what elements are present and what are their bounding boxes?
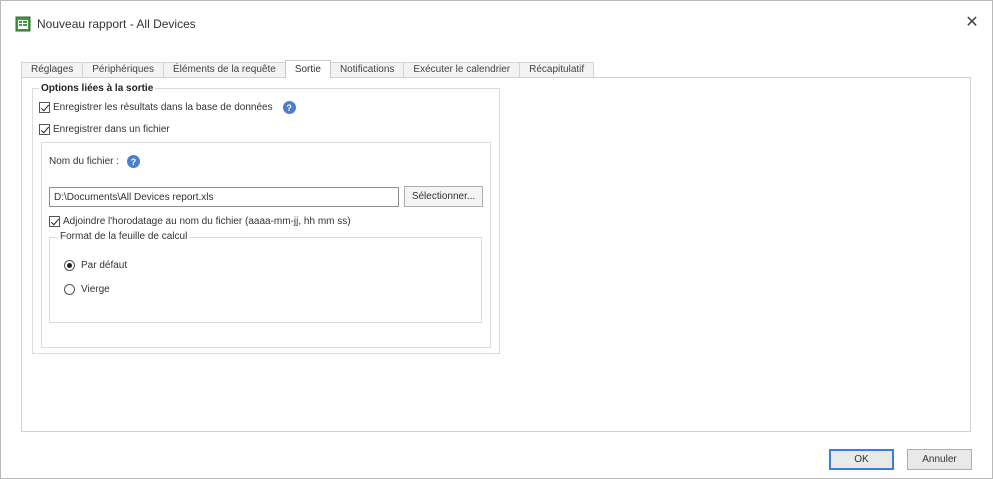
- output-tab-panel: Options liées à la sortie Enregistrer le…: [21, 77, 971, 432]
- output-options-title: Options liées à la sortie: [39, 83, 156, 94]
- timestamp-label: Adjoindre l'horodatage au nom du fichier…: [63, 216, 351, 227]
- save-db-row[interactable]: Enregistrer les résultats dans la base d…: [39, 101, 296, 114]
- save-file-checkbox[interactable]: [39, 124, 50, 135]
- tab-notifications[interactable]: Notifications: [329, 62, 405, 78]
- save-db-label: Enregistrer les résultats dans la base d…: [53, 102, 273, 113]
- save-file-group: Nom du fichier : ? Sélectionner... Adjoi…: [41, 142, 491, 348]
- filename-label: Nom du fichier :: [49, 156, 120, 167]
- tab-recapitulatif[interactable]: Récapitulatif: [519, 62, 595, 78]
- help-icon[interactable]: ?: [282, 101, 296, 114]
- tab-executer-calendrier[interactable]: Exécuter le calendrier: [403, 62, 521, 78]
- report-icon: [15, 16, 31, 32]
- cancel-button[interactable]: Annuler: [907, 449, 972, 470]
- timestamp-row[interactable]: Adjoindre l'horodatage au nom du fichier…: [49, 216, 351, 227]
- timestamp-checkbox[interactable]: [49, 216, 60, 227]
- tab-elements-requete[interactable]: Éléments de la requête: [162, 62, 286, 78]
- format-blank-label: Vierge: [81, 284, 110, 295]
- tab-peripheriques[interactable]: Périphériques: [82, 62, 164, 78]
- ok-button[interactable]: OK: [829, 449, 894, 470]
- select-file-button[interactable]: Sélectionner...: [404, 186, 483, 207]
- format-default-label: Par défaut: [81, 260, 128, 271]
- filename-input[interactable]: [49, 187, 399, 207]
- dialog-window: Nouveau rapport - All Devices ✕ Réglages…: [0, 0, 993, 479]
- tab-reglages[interactable]: Réglages: [21, 62, 84, 78]
- filename-label-row: Nom du fichier : ?: [49, 155, 141, 168]
- format-blank-row[interactable]: Vierge: [64, 284, 110, 295]
- format-legend: Format de la feuille de calcul: [58, 231, 190, 242]
- close-icon: ✕: [965, 14, 979, 31]
- help-icon[interactable]: ?: [127, 155, 141, 168]
- save-file-row[interactable]: Enregistrer dans un fichier: [39, 124, 170, 135]
- window-title: Nouveau rapport - All Devices: [37, 17, 196, 31]
- close-button[interactable]: ✕: [960, 11, 984, 33]
- format-default-row[interactable]: Par défaut: [64, 260, 127, 271]
- format-blank-radio[interactable]: [64, 284, 75, 295]
- tab-strip: Réglages Périphériques Éléments de la re…: [21, 60, 595, 78]
- format-default-radio[interactable]: [64, 260, 75, 271]
- title-bar: Nouveau rapport - All Devices ✕: [1, 1, 992, 43]
- tab-sortie[interactable]: Sortie: [284, 60, 331, 78]
- save-db-checkbox[interactable]: [39, 102, 50, 113]
- spreadsheet-format-group: Format de la feuille de calcul Par défau…: [49, 231, 482, 323]
- save-file-label: Enregistrer dans un fichier: [53, 124, 170, 135]
- output-options-group: Options liées à la sortie Enregistrer le…: [32, 83, 500, 354]
